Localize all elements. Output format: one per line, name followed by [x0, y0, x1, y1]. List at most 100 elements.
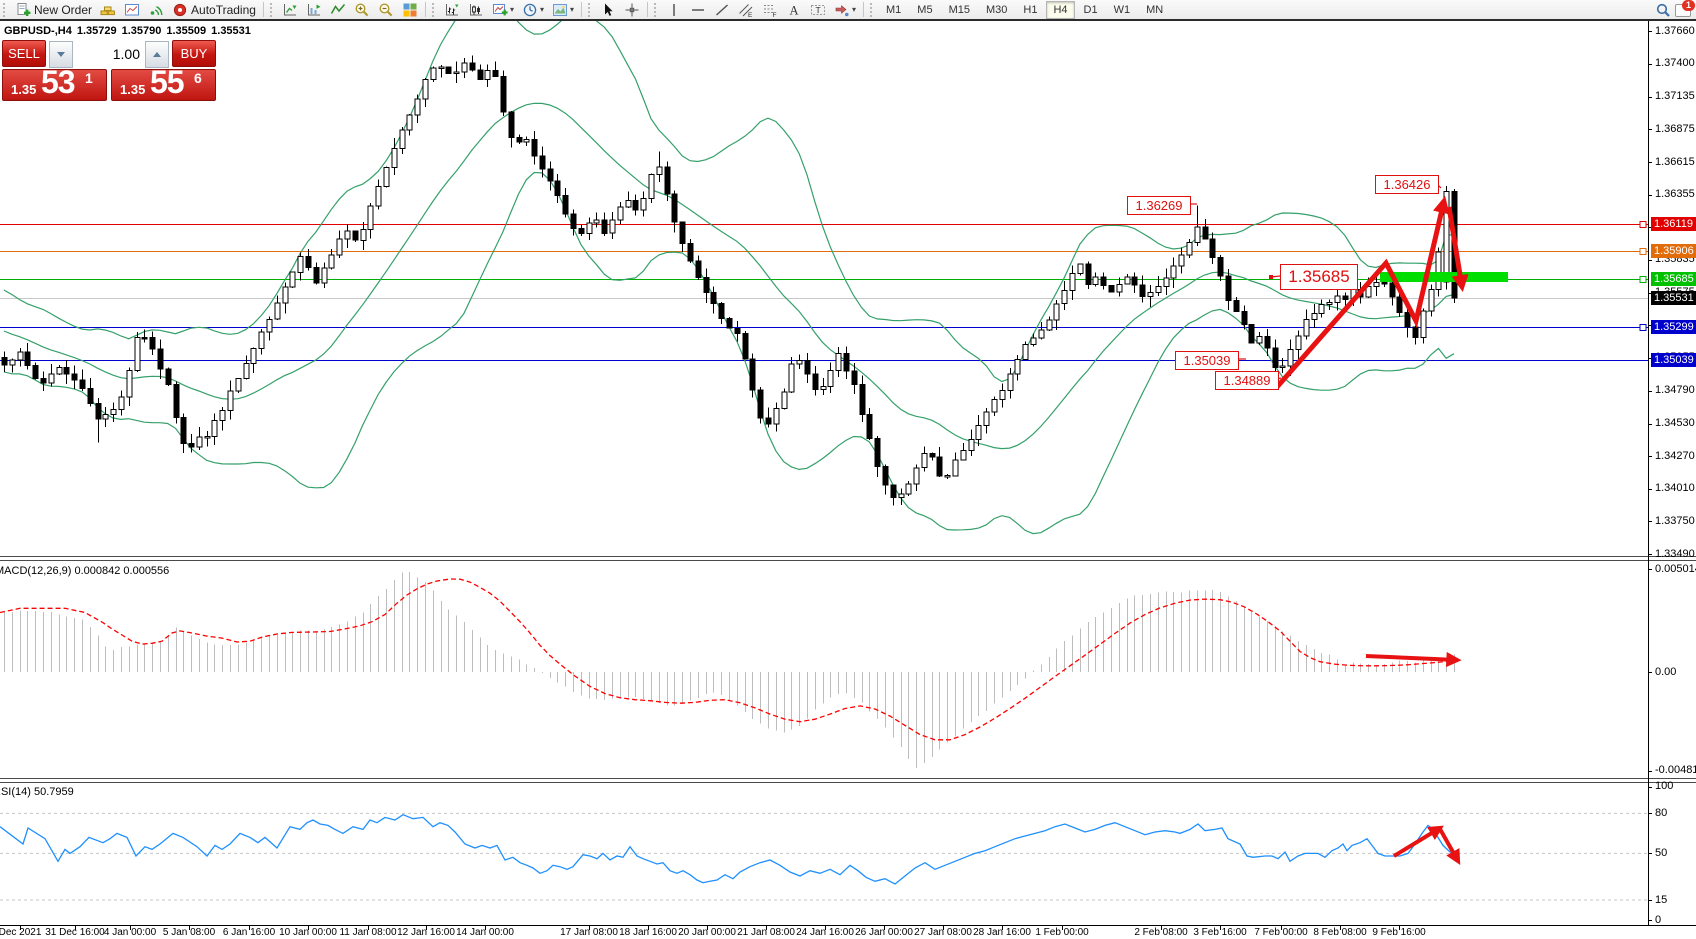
buy-price-figure: 1.35 [120, 82, 145, 97]
timeframe-button-m15[interactable]: M15 [942, 1, 977, 19]
price-annotation-box[interactable]: 1.34889 [1215, 371, 1279, 390]
zoom-in-icon-glyph [354, 2, 370, 18]
svg-text:A: A [790, 3, 799, 17]
chevron-down-icon[interactable]: ▾ [570, 5, 574, 14]
text-label-tool-icon-glyph: T [810, 2, 826, 18]
toolbar-grip[interactable] [654, 3, 660, 17]
svg-text:F: F [773, 11, 777, 17]
arrows-tool-icon[interactable]: ▾ [831, 0, 859, 19]
mt4-terminal: { "toolbar": { "groups": [ {"items": [ {… [0, 0, 1696, 939]
deposit-icon[interactable] [97, 0, 119, 19]
toolbar-groups: New Order AutoTrading ▾ ▾ ▾ E F AT ▾ M1M5M15M30H1… [0, 0, 1171, 19]
toolbar: New Order AutoTrading ▾ ▾ ▾ E F AT ▾ M1M5M15M30H1… [0, 0, 1696, 21]
price-tick-label: 1.33750 [1655, 515, 1695, 527]
volume-input[interactable] [73, 41, 145, 66]
macd-scale-zero: 0.00 [1655, 666, 1676, 678]
new-chart-icon-glyph [492, 2, 508, 18]
time-axis-label: 10 Jan 00:00 [279, 927, 337, 938]
periods-icon[interactable]: ▾ [519, 0, 547, 19]
timeframe-button-h1[interactable]: H1 [1016, 1, 1044, 19]
price-annotation-box[interactable]: 1.36426 [1375, 175, 1439, 194]
time-axis-label: 4 Jan 00:00 [104, 927, 156, 938]
price-annotation-box[interactable]: 1.35039 [1175, 351, 1239, 370]
signals-icon[interactable] [145, 0, 167, 19]
new-order-button[interactable]: New Order [12, 0, 95, 19]
chart-canvas[interactable] [0, 0, 1696, 939]
time-axis-label: 3 Feb 16:00 [1193, 927, 1246, 938]
sell-button[interactable]: SELL [2, 40, 46, 67]
timeframe-button-m1[interactable]: M1 [879, 1, 908, 19]
new-order-button-label: New Order [34, 3, 92, 17]
chevron-down-icon[interactable]: ▾ [510, 5, 514, 14]
time-axis-label: Dec 2021 [0, 927, 41, 938]
timeframe-button-m30[interactable]: M30 [979, 1, 1014, 19]
buy-price-pips: 55 [150, 64, 184, 101]
buy-price-display[interactable]: 1.35 55 6 [111, 69, 216, 101]
toolbar-grip[interactable] [588, 3, 594, 17]
timeframe-button-m5[interactable]: M5 [910, 1, 939, 19]
market-watch-icon[interactable] [121, 0, 143, 19]
toolbar-grip[interactable] [270, 3, 276, 17]
macd-scale-max: 0.005014 [1655, 563, 1696, 575]
symbol-period-label: GBPUSD-,H4 [4, 25, 72, 37]
price-axis-line [1648, 21, 1649, 925]
notifications-icon[interactable]: 1 [1675, 2, 1692, 18]
toolbar-grip[interactable] [432, 3, 438, 17]
fibonacci-tool-icon[interactable]: F [759, 0, 781, 19]
timeframe-button-h4[interactable]: H4 [1046, 1, 1074, 19]
text-tool-icon[interactable]: A [783, 0, 805, 19]
price-annotation-box[interactable]: 1.35685 [1280, 264, 1358, 290]
notification-count-badge: 1 [1682, 0, 1695, 11]
zoom-in-icon[interactable] [351, 0, 373, 19]
close-value: 1.35531 [211, 25, 251, 37]
text-label-tool-icon[interactable]: T [807, 0, 829, 19]
market-depth-icon[interactable] [303, 0, 325, 19]
vertical-line-tool-icon[interactable] [663, 0, 685, 19]
periods-icon-glyph [522, 2, 538, 18]
timeframe-button-w1[interactable]: W1 [1107, 1, 1138, 19]
search-icon[interactable] [1652, 0, 1674, 19]
toolbar-grip[interactable] [870, 3, 876, 17]
time-axis-label: 27 Jan 08:00 [914, 927, 972, 938]
buy-button[interactable]: BUY [172, 40, 216, 67]
time-axis-line [0, 925, 1696, 926]
trendline-tool-icon[interactable] [711, 0, 733, 19]
price-annotation-box[interactable]: 1.36269 [1127, 196, 1191, 215]
chevron-down-icon[interactable]: ▾ [852, 5, 856, 14]
time-axis-label: 8 Feb 08:00 [1313, 927, 1366, 938]
tile-windows-icon-glyph [402, 2, 418, 18]
cursor-tool-icon[interactable] [597, 0, 619, 19]
tile-windows-icon[interactable] [399, 0, 421, 19]
crosshair-tool-icon[interactable] [621, 0, 643, 19]
bar-chart-icon[interactable] [441, 0, 463, 19]
equidistant-channel-tool-icon[interactable]: E [735, 0, 757, 19]
time-axis-label: 17 Jan 08:00 [560, 927, 618, 938]
data-window-icon[interactable] [279, 0, 301, 19]
toolbar-separator [581, 2, 582, 17]
price-tick-label: 1.37135 [1655, 90, 1695, 102]
objects-list-icon[interactable] [327, 0, 349, 19]
candlestick-chart-icon[interactable] [465, 0, 487, 19]
horizontal-line-tool-icon[interactable] [687, 0, 709, 19]
price-badge: 1.35906 [1651, 244, 1696, 258]
zoom-out-icon[interactable] [375, 0, 397, 19]
sell-price-display[interactable]: 1.35 53 1 [2, 69, 107, 101]
timeframe-button-mn[interactable]: MN [1139, 1, 1170, 19]
autotrading-button[interactable]: AutoTrading [169, 0, 259, 19]
toolbar-grip[interactable] [3, 3, 9, 17]
quote-info-bar: GBPUSD-,H41.357291.357901.355091.35531 [4, 25, 256, 37]
chevron-down-icon[interactable]: ▾ [540, 5, 544, 14]
signals-icon-glyph [148, 2, 164, 18]
autotrading-button-label: AutoTrading [191, 3, 256, 17]
macd-panel-splitter[interactable] [0, 556, 1696, 561]
buy-price-point: 6 [194, 70, 202, 86]
rsi-indicator-label: RSI(14) 50.7959 [0, 786, 74, 798]
market-watch-icon-glyph [124, 2, 140, 18]
deposit-icon-glyph [100, 2, 116, 18]
rsi-panel-splitter[interactable] [0, 778, 1696, 783]
timeframe-button-d1[interactable]: D1 [1077, 1, 1105, 19]
price-tick-label: 1.33490 [1655, 548, 1695, 560]
new-chart-icon[interactable]: ▾ [489, 0, 517, 19]
templates-icon[interactable]: ▾ [549, 0, 577, 19]
triangle-down-icon [57, 52, 65, 57]
